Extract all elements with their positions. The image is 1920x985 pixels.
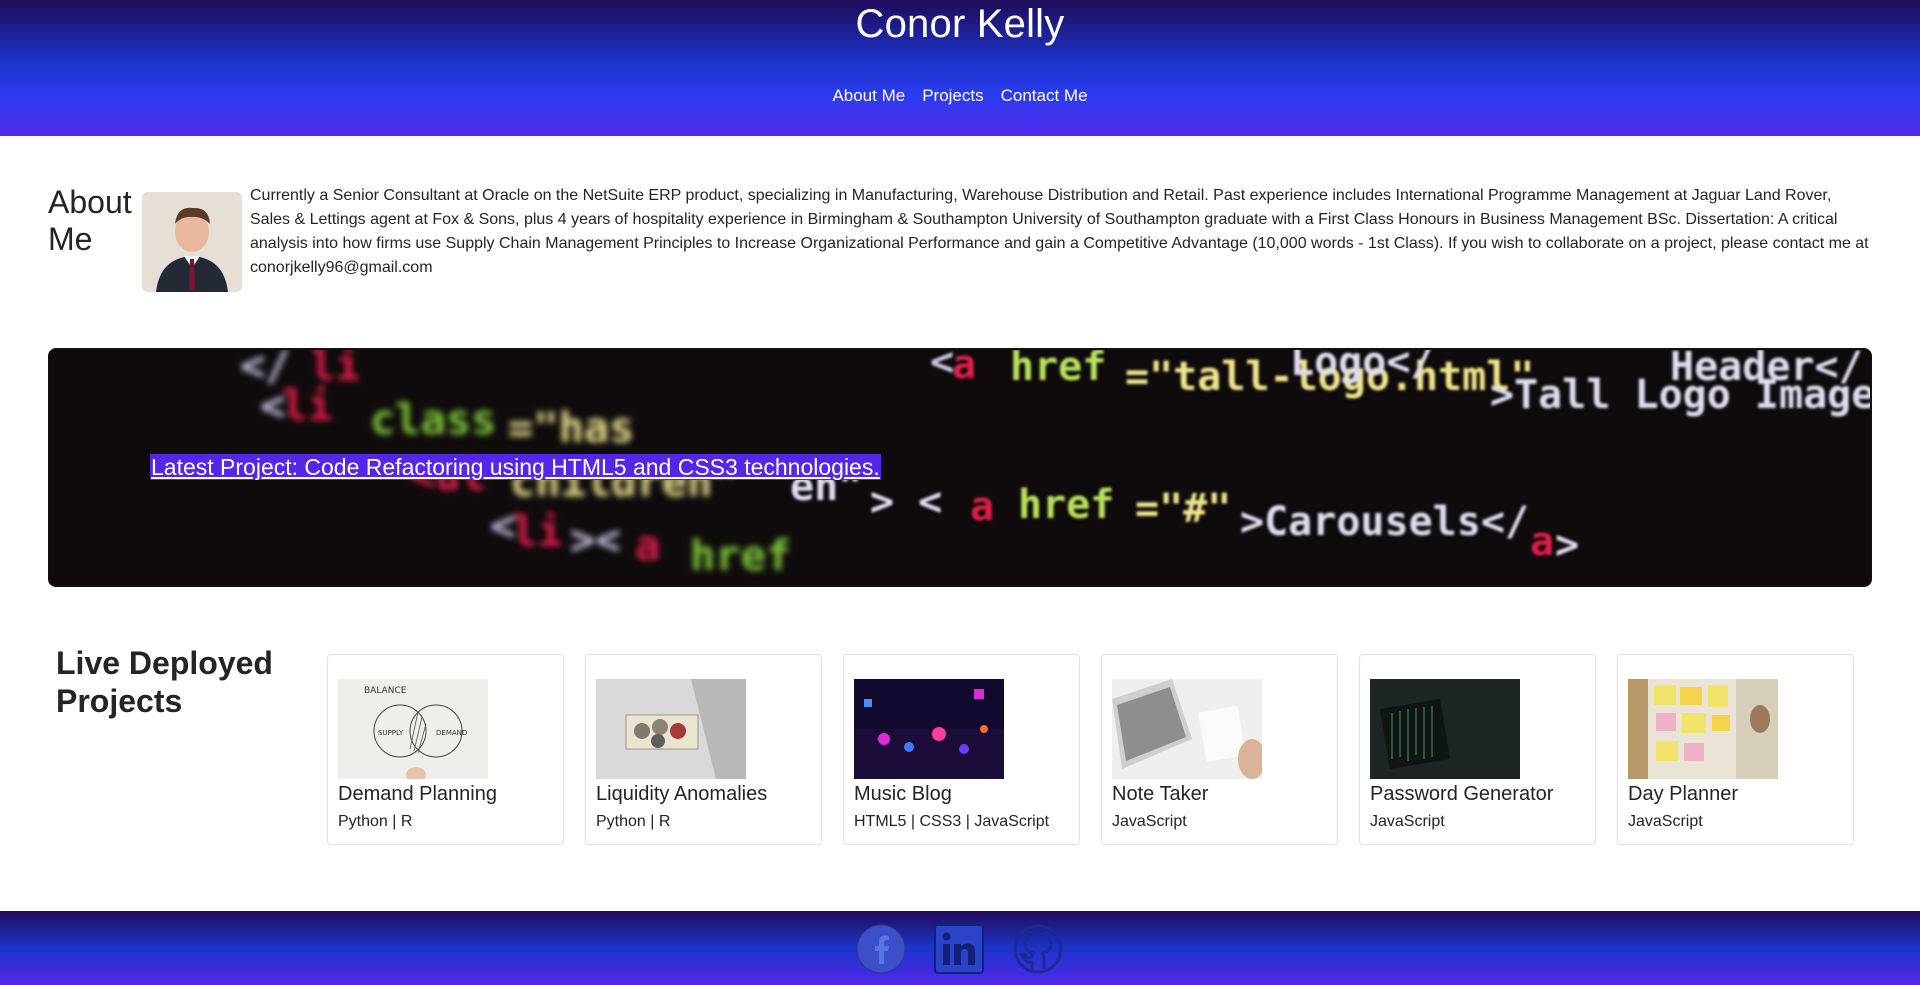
nav-about-me[interactable]: About Me: [832, 86, 905, 106]
card-tech: Python | R: [338, 813, 413, 830]
svg-text:>Carousels</: >Carousels</: [1240, 499, 1529, 545]
svg-text:><: ><: [570, 515, 621, 564]
card-title: Password Generator: [1370, 783, 1554, 805]
svg-text:a: a: [952, 350, 976, 388]
card-tech: HTML5 | CSS3 | JavaScript: [854, 813, 1050, 830]
svg-text:href: href: [1010, 350, 1106, 390]
card-tech: JavaScript: [1628, 813, 1703, 830]
svg-text:a: a: [635, 521, 660, 570]
note-taker-thumbnail: [1112, 679, 1262, 779]
project-card-liquidity-anomalies[interactable]: Liquidity Anomalies Python | R: [585, 654, 822, 845]
nav-projects[interactable]: Projects: [922, 86, 983, 106]
project-cards: BALANCE SUPPLY DEMAND Demand Planning Py…: [327, 654, 1854, 845]
project-card-password-generator[interactable]: Password Generator JavaScript: [1359, 654, 1596, 845]
demand-planning-thumbnail: BALANCE SUPPLY DEMAND: [338, 679, 488, 779]
project-card-demand-planning[interactable]: BALANCE SUPPLY DEMAND Demand Planning Py…: [327, 654, 564, 845]
svg-text:a: a: [1530, 519, 1554, 565]
svg-text:href: href: [690, 531, 791, 580]
card-title: Music Blog: [854, 783, 952, 805]
profile-photo: [142, 192, 242, 292]
card-tech: Python | R: [596, 813, 671, 830]
day-planner-thumbnail: [1628, 679, 1778, 779]
card-title: Demand Planning: [338, 783, 497, 805]
svg-text:>: >: [1555, 522, 1579, 568]
project-card-note-taker[interactable]: Note Taker JavaScript: [1101, 654, 1338, 845]
card-tech: JavaScript: [1370, 813, 1445, 830]
svg-text:BALANCE: BALANCE: [364, 686, 407, 696]
site-header: Conor Kelly About Me Projects Contact Me: [0, 0, 1920, 136]
svg-text:href: href: [1018, 482, 1114, 528]
projects-heading: Live Deployed Projects: [56, 645, 273, 719]
svg-text:a: a: [970, 484, 994, 530]
facebook-icon[interactable]: [856, 924, 906, 974]
svg-text:li: li: [512, 507, 563, 556]
svg-text:li: li: [282, 381, 333, 430]
project-card-music-blog[interactable]: Music Blog HTML5 | CSS3 | JavaScript: [843, 654, 1080, 845]
about-text: Currently a Senior Consultant at Oracle …: [250, 187, 1869, 276]
github-icon[interactable]: [1013, 924, 1063, 974]
svg-text:SUPPLY: SUPPLY: [378, 729, 404, 737]
music-blog-thumbnail: [854, 679, 1004, 779]
svg-text:="has: ="has: [508, 403, 634, 452]
latest-project-link[interactable]: Latest Project: Code Refactoring using H…: [150, 454, 881, 480]
password-generator-thumbnail: [1370, 679, 1520, 779]
about-heading: About Me: [48, 184, 132, 257]
liquidity-anomalies-thumbnail: [596, 679, 746, 779]
site-footer: [0, 911, 1920, 985]
site-title: Conor Kelly: [855, 2, 1065, 46]
project-card-day-planner[interactable]: Day Planner JavaScript: [1617, 654, 1854, 845]
svg-text:DEMAND: DEMAND: [436, 729, 467, 737]
svg-text:="#": ="#": [1135, 486, 1231, 532]
card-tech: JavaScript: [1112, 813, 1187, 830]
main-nav: About Me Projects Contact Me: [0, 86, 1920, 106]
card-title: Day Planner: [1628, 783, 1739, 805]
svg-text:class: class: [370, 395, 496, 444]
card-title: Liquidity Anomalies: [596, 783, 768, 805]
svg-text:> <: > <: [870, 479, 942, 525]
svg-text:<: <: [930, 350, 954, 385]
linkedin-icon[interactable]: [934, 924, 984, 974]
nav-contact-me[interactable]: Contact Me: [1001, 86, 1088, 106]
card-title: Note Taker: [1112, 783, 1209, 805]
svg-text:Header</: Header</: [1670, 350, 1863, 390]
svg-text:Logo</: Logo</: [1290, 350, 1435, 385]
latest-project-banner: </ li < li class ="has <ul children" < l…: [48, 348, 1872, 587]
